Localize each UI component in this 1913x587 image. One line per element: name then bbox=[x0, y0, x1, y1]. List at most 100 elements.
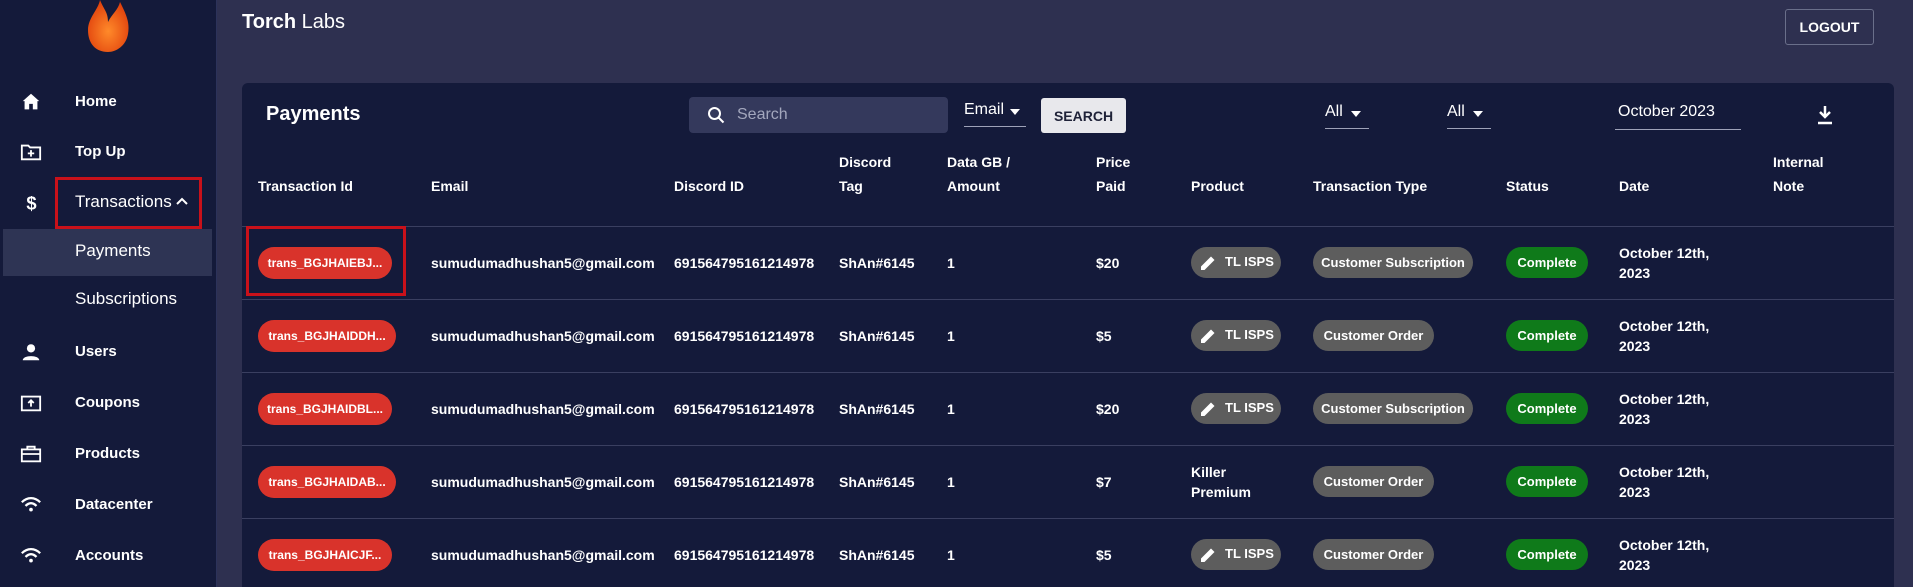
discord-tag-cell: ShAn#6145 bbox=[839, 328, 915, 344]
product-label: TL ISPS bbox=[1225, 400, 1274, 415]
pencil-icon bbox=[1201, 402, 1215, 416]
price-cell: $7 bbox=[1096, 474, 1112, 490]
product-pill[interactable]: TL ISPS bbox=[1191, 320, 1281, 351]
chevron-up-icon[interactable] bbox=[175, 196, 189, 206]
svg-text:$: $ bbox=[26, 192, 36, 213]
filter-1-value: All bbox=[1325, 103, 1343, 120]
product-text: Killer Premium bbox=[1191, 462, 1251, 502]
sidebar-item-products[interactable]: Products bbox=[0, 433, 217, 473]
pencil-icon bbox=[1201, 548, 1215, 562]
discord-tag-cell: ShAn#6145 bbox=[839, 401, 915, 417]
transaction-id-pill[interactable]: trans_BGJHAIDBL... bbox=[258, 393, 392, 425]
brand-rest: Labs bbox=[296, 11, 346, 33]
discord-tag-cell: ShAn#6145 bbox=[839, 474, 915, 490]
date-line1: October 12th, bbox=[1619, 464, 1710, 480]
transaction-id-pill[interactable]: trans_BGJHAICJF... bbox=[258, 539, 392, 571]
col-header-status: Status bbox=[1506, 178, 1549, 194]
sidebar-subitem-subscriptions[interactable]: Subscriptions bbox=[75, 289, 177, 309]
date-line1: October 12th, bbox=[1619, 245, 1710, 261]
transaction-id-pill[interactable]: trans_BGJHAIEBJ... bbox=[258, 247, 392, 279]
amount-cell: 1 bbox=[947, 474, 955, 490]
product-pill[interactable]: TL ISPS bbox=[1191, 539, 1281, 570]
search-field-select[interactable]: Email bbox=[964, 95, 1026, 127]
home-icon bbox=[22, 93, 40, 110]
email-cell: sumudumadhushan5@gmail.com bbox=[431, 474, 655, 490]
sidebar-item-home[interactable]: Home bbox=[0, 81, 217, 121]
col-header-data-line1: Data GB / bbox=[947, 154, 1011, 170]
email-cell: sumudumadhushan5@gmail.com bbox=[431, 328, 655, 344]
col-header-date: Date bbox=[1619, 178, 1650, 194]
discord-id-cell: 691564795161214978 bbox=[674, 401, 815, 417]
date-line2: 2023 bbox=[1619, 484, 1651, 500]
sidebar-item-accounts[interactable]: Accounts bbox=[0, 535, 217, 575]
product-pill[interactable]: TL ISPS bbox=[1191, 393, 1281, 424]
wifi-icon bbox=[21, 496, 41, 512]
sidebar-item-top-up[interactable]: Top Up bbox=[0, 131, 217, 171]
col-header-internal-note: Internal Note bbox=[1773, 150, 1824, 198]
torch-flame-logo bbox=[88, 0, 129, 52]
col-header-discord-tag-line1: Discord bbox=[839, 154, 892, 170]
brand-bold: Torch bbox=[242, 11, 297, 33]
date-line2: 2023 bbox=[1619, 411, 1651, 427]
user-icon bbox=[22, 344, 40, 361]
col-header-discord-tag-line2: Tag bbox=[839, 178, 863, 194]
email-cell: sumudumadhushan5@gmail.com bbox=[431, 401, 655, 417]
pencil-icon bbox=[1201, 329, 1215, 343]
month-picker[interactable]: October 2023 bbox=[1615, 96, 1741, 130]
row-divider bbox=[242, 226, 1894, 227]
product-label: TL ISPS bbox=[1225, 546, 1274, 561]
product-line1: Killer bbox=[1191, 464, 1227, 480]
sidebar-item-label: Transactions bbox=[75, 192, 172, 211]
amount-cell: 1 bbox=[947, 255, 955, 271]
discord-id-cell: 691564795161214978 bbox=[674, 255, 815, 271]
amount-cell: 1 bbox=[947, 328, 955, 344]
discord-tag-cell: ShAn#6145 bbox=[839, 547, 915, 563]
filter-select-2[interactable]: All bbox=[1447, 97, 1491, 129]
col-header-price-paid: Price Paid bbox=[1096, 150, 1130, 198]
date-line2: 2023 bbox=[1619, 265, 1651, 281]
sidebar-item-datacenter[interactable]: Datacenter bbox=[0, 484, 217, 524]
discord-id-cell: 691564795161214978 bbox=[674, 328, 815, 344]
sidebar-subitem-payments[interactable]: Payments bbox=[75, 241, 151, 261]
status-badge: Complete bbox=[1506, 320, 1588, 351]
sidebar-item-label: Top Up bbox=[75, 142, 126, 160]
filter-select-1[interactable]: All bbox=[1325, 97, 1369, 129]
date-cell: October 12th, 2023 bbox=[1619, 535, 1709, 575]
coupon-icon bbox=[20, 395, 42, 412]
briefcase-icon bbox=[20, 445, 42, 463]
folder-plus-icon bbox=[20, 144, 42, 161]
col-header-product: Product bbox=[1191, 178, 1244, 194]
logout-button[interactable]: LOGOUT bbox=[1785, 9, 1874, 45]
transaction-type-pill: Customer Order bbox=[1313, 539, 1434, 570]
sidebar-item-label: Datacenter bbox=[75, 495, 153, 513]
transaction-id-pill[interactable]: trans_BGJHAIDDH... bbox=[258, 320, 396, 352]
col-header-discord-tag: Discord Tag bbox=[839, 150, 891, 198]
card-title: Payments bbox=[266, 103, 361, 125]
price-cell: $20 bbox=[1096, 401, 1120, 417]
transaction-type-pill: Customer Subscription bbox=[1313, 393, 1473, 424]
price-cell: $20 bbox=[1096, 255, 1120, 271]
product-line2: Premium bbox=[1191, 484, 1251, 500]
sidebar-item-coupons[interactable]: Coupons bbox=[0, 382, 217, 422]
status-badge: Complete bbox=[1506, 539, 1588, 570]
transaction-id-pill[interactable]: trans_BGJHAIDAB... bbox=[258, 466, 396, 498]
transaction-type-pill: Customer Subscription bbox=[1313, 247, 1473, 278]
product-pill[interactable]: TL ISPS bbox=[1191, 247, 1281, 278]
col-header-data-amount: Data GB / Amount bbox=[947, 150, 1010, 198]
row-divider bbox=[242, 445, 1894, 446]
date-line2: 2023 bbox=[1619, 338, 1651, 354]
caret-down-icon bbox=[1010, 109, 1020, 115]
search-box bbox=[689, 97, 948, 133]
sidebar-item-users[interactable]: Users bbox=[0, 331, 217, 371]
sidebar-item-label: Coupons bbox=[75, 393, 140, 411]
col-header-data-line2: Amount bbox=[947, 178, 1000, 194]
email-cell: sumudumadhushan5@gmail.com bbox=[431, 547, 655, 563]
date-cell: October 12th, 2023 bbox=[1619, 389, 1709, 429]
search-input[interactable] bbox=[737, 103, 937, 127]
search-button[interactable]: SEARCH bbox=[1041, 98, 1126, 133]
date-cell: October 12th, 2023 bbox=[1619, 316, 1709, 356]
col-header-note-line1: Internal bbox=[1773, 154, 1824, 170]
sidebar-item-label: Users bbox=[75, 342, 117, 360]
transaction-type-pill: Customer Order bbox=[1313, 320, 1434, 351]
download-icon[interactable] bbox=[1817, 105, 1833, 125]
